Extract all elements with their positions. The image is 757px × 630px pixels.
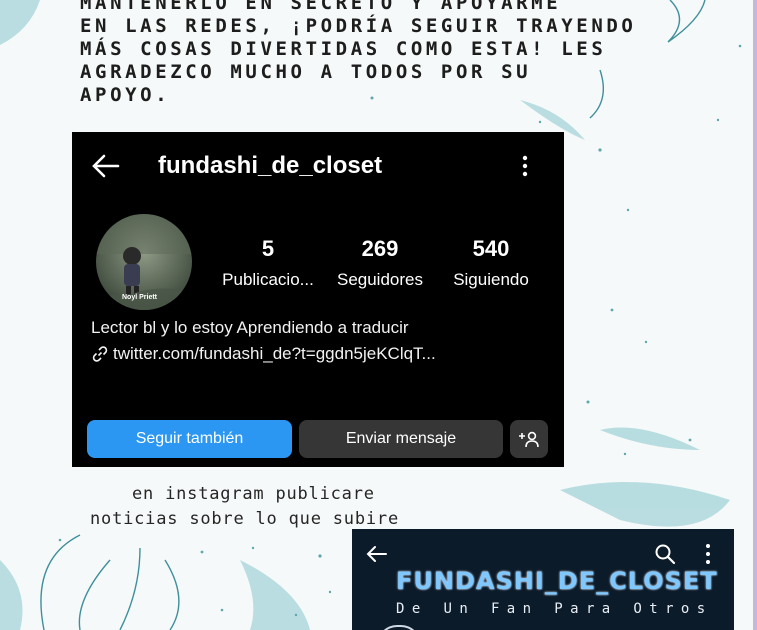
link-icon [92, 346, 108, 362]
follow-back-button[interactable]: Seguir también [87, 420, 292, 458]
send-message-button[interactable]: Enviar mensaje [299, 420, 503, 458]
stat-label: Siguiendo [453, 270, 529, 289]
stat-value: 540 [472, 236, 510, 261]
intro-text: MANTENERLO EN SECRETO Y APOYARME EN LAS … [80, 0, 637, 107]
stat-followers[interactable]: 269 Seguidores [332, 236, 428, 290]
intro-line: MÁS COSAS DIVERTIDAS COMO ESTA! LES [80, 38, 607, 60]
search-icon[interactable] [654, 543, 676, 565]
channel-subtitle: De Un Fan Para Otros [396, 601, 713, 617]
add-user-button[interactable] [510, 420, 548, 458]
lavender-border [753, 0, 757, 630]
avatar-caption: Noyl Priett [122, 294, 158, 301]
stat-label: Seguidores [336, 270, 423, 289]
instagram-note: en instagram publicare noticias sobre lo… [90, 482, 399, 532]
intro-line: APOYO. [80, 84, 171, 106]
stat-value: 269 [361, 236, 399, 261]
channel-title: FUNDASHI_DE_CLOSET [396, 567, 718, 595]
stat-following[interactable]: 540 Siguiendo [446, 236, 536, 290]
intro-line: EN LAS REDES, ¡PODRÍA SEGUIR TRAYENDO [80, 15, 637, 37]
add-user-icon [519, 431, 539, 448]
intro-line: MANTENERLO EN SECRETO Y APOYARME [80, 0, 562, 14]
back-arrow-icon[interactable] [90, 152, 120, 180]
more-options-icon[interactable] [520, 154, 530, 178]
profile-link-text: twitter.com/fundashi_de?t=ggdn5jeKClqT..… [113, 344, 436, 363]
back-arrow-icon[interactable] [366, 545, 388, 563]
channel-header-screenshot: FUNDASHI_DE_CLOSET De Un Fan Para Otros [352, 529, 734, 630]
note-line: en instagram publicare [132, 484, 375, 504]
profile-bio: Lector bl y lo estoy Aprendiendo a tradu… [91, 318, 409, 337]
profile-link[interactable]: twitter.com/fundashi_de?t=ggdn5jeKClqT..… [91, 344, 436, 364]
instagram-profile-screenshot: fundashi_de_closet Noyl Priett 5 Publica… [72, 132, 564, 467]
stat-posts[interactable]: 5 Publicacio... [222, 236, 314, 290]
profile-username: fundashi_de_closet [158, 152, 383, 179]
intro-line: AGRADEZCO MUCHO A TODOS POR SU [80, 61, 532, 83]
channel-avatar[interactable] [377, 625, 421, 630]
stat-label: Publicacio... [222, 270, 314, 289]
more-options-icon[interactable] [704, 543, 712, 565]
stat-value: 5 [261, 236, 275, 261]
profile-avatar[interactable]: Noyl Priett [96, 214, 192, 310]
